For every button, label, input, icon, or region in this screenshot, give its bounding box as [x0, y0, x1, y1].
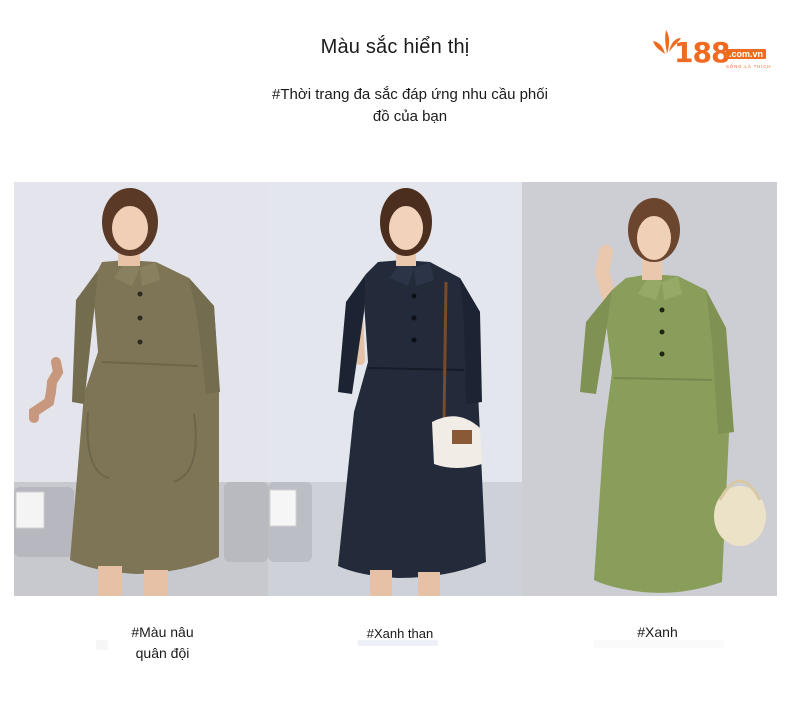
- caption-line-2: quân đội: [135, 645, 190, 661]
- logo-tagline: SỐNG LÀ THÍCH: [726, 64, 772, 69]
- product-photo-navy[interactable]: [268, 182, 522, 596]
- logo-domain: .com.vn: [726, 49, 767, 59]
- caption-army-brown: #Màu nâu quân đội: [100, 622, 225, 664]
- product-photos: [14, 182, 777, 596]
- caption-line-1: #Xanh: [637, 624, 678, 640]
- caption-green: #Xanh: [590, 622, 725, 643]
- dress-shape: [594, 274, 730, 593]
- caption-line-1: #Xanh than: [366, 626, 434, 641]
- subtitle-line-1: #Thời trang đa sắc đáp ứng nhu cầu phối: [272, 86, 548, 103]
- logo-number: 188: [674, 36, 730, 69]
- subtitle-line-2: đồ của bạn: [372, 108, 448, 125]
- caption-line-1: #Màu nâu: [131, 624, 194, 640]
- page-subtitle: #Thời trang đa sắc đáp ứng nhu cầu phối …: [240, 84, 580, 128]
- product-photo-green[interactable]: [522, 182, 777, 596]
- caption-navy: #Xanh than: [345, 623, 455, 644]
- product-photo-army-brown[interactable]: [14, 182, 268, 596]
- brand-logo[interactable]: 188 .com.vn SỐNG LÀ THÍCH: [650, 22, 780, 72]
